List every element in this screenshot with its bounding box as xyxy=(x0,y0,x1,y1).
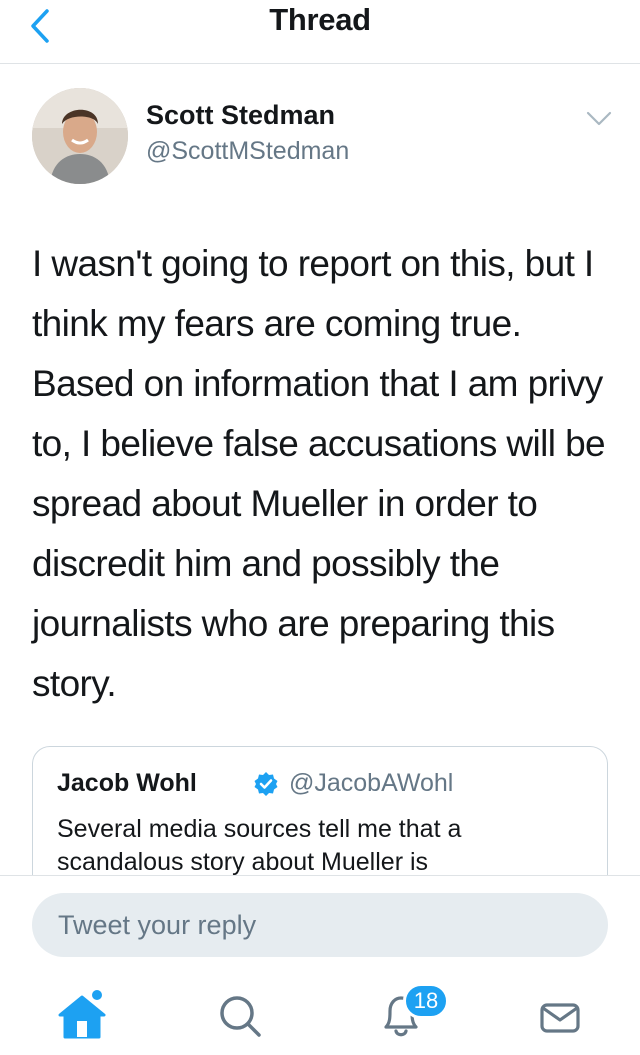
notifications-badge: 18 xyxy=(403,983,449,1019)
tab-search[interactable] xyxy=(210,985,270,1045)
tweet-text: I wasn't going to report on this, but I … xyxy=(32,243,606,704)
top-bar: Thread xyxy=(0,0,640,64)
home-icon xyxy=(58,990,106,1039)
page-title: Thread xyxy=(269,2,371,37)
envelope-icon xyxy=(540,1003,580,1033)
author-handle[interactable]: @ScottMStedman xyxy=(146,137,349,166)
profile-photo xyxy=(32,88,128,184)
tweet-menu-button[interactable] xyxy=(586,110,612,128)
author-name[interactable]: Scott Stedman xyxy=(146,100,335,131)
reply-input[interactable]: Tweet your reply xyxy=(32,893,608,957)
search-icon xyxy=(220,996,261,1037)
quoted-author-name: Jacob Wohl xyxy=(57,769,197,797)
verified-badge-icon xyxy=(254,772,278,796)
tab-home[interactable] xyxy=(52,985,112,1045)
avatar[interactable] xyxy=(32,88,128,184)
quoted-author-handle: @JacobAWohl xyxy=(289,769,454,797)
tab-messages[interactable] xyxy=(530,985,590,1045)
chevron-down-icon xyxy=(586,111,612,126)
quoted-tweet-text: Several media sources tell me that a sca… xyxy=(57,815,462,876)
